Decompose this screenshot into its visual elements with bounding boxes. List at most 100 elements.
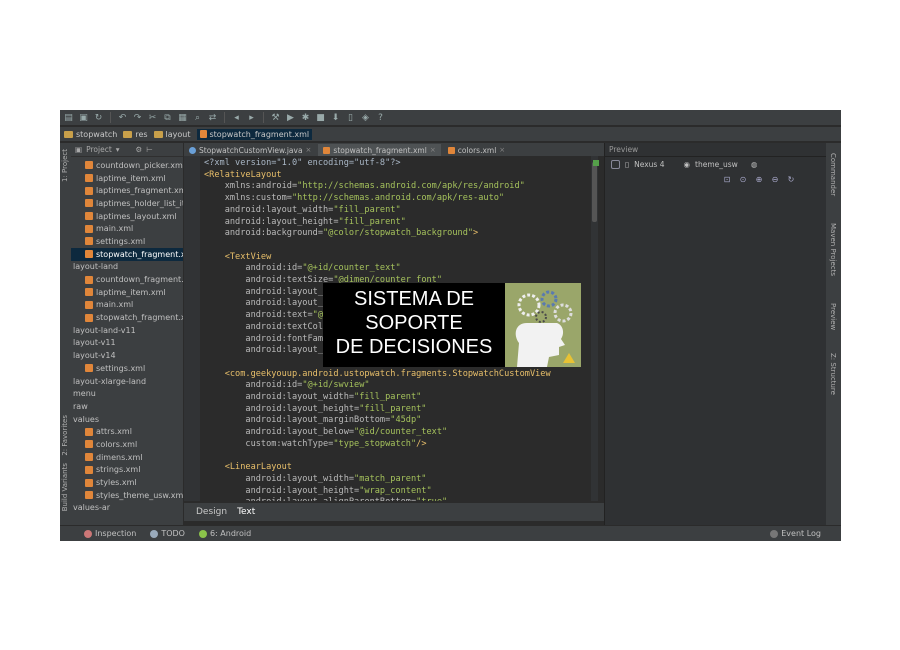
tree-file[interactable]: dimens.xml bbox=[71, 451, 183, 464]
code-token: /> bbox=[416, 438, 427, 449]
device-selector[interactable]: Nexus 4 bbox=[634, 160, 664, 169]
xml-file-icon bbox=[447, 146, 455, 154]
tab-preview[interactable]: Preview bbox=[829, 303, 837, 330]
globe-icon[interactable]: ◍ bbox=[751, 160, 758, 169]
refresh-icon[interactable]: ↻ bbox=[785, 175, 797, 185]
close-icon[interactable]: × bbox=[306, 146, 312, 154]
xml-file-icon bbox=[199, 130, 207, 138]
tab-project[interactable]: 1: Project bbox=[61, 149, 69, 182]
right-tool-strip: Commander Maven Projects Preview Z: Stru… bbox=[826, 143, 841, 527]
editor-tab[interactable]: StopwatchCustomView.java × bbox=[184, 144, 317, 156]
chevron-down-icon[interactable]: ▾ bbox=[116, 145, 120, 154]
stop-icon[interactable]: ■ bbox=[315, 112, 326, 123]
paste-icon[interactable]: ▦ bbox=[177, 112, 188, 123]
undo-icon[interactable]: ↶ bbox=[117, 112, 128, 123]
xml-file-icon bbox=[85, 364, 93, 373]
gradle-icon[interactable]: ◈ bbox=[360, 112, 371, 123]
tree-file[interactable]: laptime_item.xml bbox=[71, 286, 183, 299]
tree-folder[interactable]: values-ar bbox=[71, 502, 183, 515]
tree-file[interactable]: stopwatch_fragment.xr bbox=[71, 311, 183, 324]
zoom-out-icon[interactable]: ⊖ bbox=[769, 175, 781, 185]
scrollbar-thumb[interactable] bbox=[592, 162, 597, 222]
gear-icon[interactable]: ⚙ bbox=[136, 145, 143, 154]
build-icon[interactable]: ⚒ bbox=[270, 112, 281, 123]
breadcrumb-item-stopwatch[interactable]: stopwatch bbox=[64, 130, 117, 139]
run-icon[interactable]: ▶ bbox=[285, 112, 296, 123]
folder-icon bbox=[153, 130, 163, 138]
tree-folder[interactable]: layout-land bbox=[71, 261, 183, 274]
back-icon[interactable]: ◂ bbox=[231, 112, 242, 123]
tree-folder[interactable]: layout-land-v11 bbox=[71, 324, 183, 337]
editor-scrollbar[interactable] bbox=[591, 156, 598, 501]
tree-folder[interactable]: layout-v14 bbox=[71, 349, 183, 362]
tree-folder[interactable]: raw bbox=[71, 400, 183, 413]
tree-file[interactable]: laptime_item.xml bbox=[71, 172, 183, 185]
editor-mode-tabs: Design Text bbox=[184, 503, 604, 521]
tab-maven-projects[interactable]: Maven Projects bbox=[829, 223, 837, 276]
tree-file[interactable]: laptimes_fragment.xml bbox=[71, 184, 183, 197]
zoom-in-icon[interactable]: ⊕ bbox=[753, 175, 765, 185]
tree-file[interactable]: settings.xml bbox=[71, 362, 183, 375]
zoom-fit-icon[interactable]: ⊡ bbox=[721, 175, 733, 185]
code-token: android:textColo bbox=[204, 321, 329, 332]
help-icon[interactable]: ? bbox=[375, 112, 386, 123]
editor-gutter bbox=[184, 156, 200, 501]
android-button[interactable]: 6: Android bbox=[198, 529, 251, 538]
inspection-button[interactable]: Inspection bbox=[84, 529, 136, 538]
folder-icon[interactable]: ▤ bbox=[63, 112, 74, 123]
editor-tab[interactable]: stopwatch_fragment.xml × bbox=[318, 144, 441, 156]
replace-icon[interactable]: ⇄ bbox=[207, 112, 218, 123]
xml-file-icon bbox=[85, 440, 93, 449]
redo-icon[interactable]: ↷ bbox=[132, 112, 143, 123]
tree-file[interactable]: main.xml bbox=[71, 299, 183, 312]
tree-folder[interactable]: layout-v11 bbox=[71, 337, 183, 350]
event-log-button[interactable]: Event Log bbox=[770, 529, 821, 538]
tree-file[interactable]: countdown_fragment.x bbox=[71, 273, 183, 286]
debug-icon[interactable]: ✱ bbox=[300, 112, 311, 123]
tab-favorites[interactable]: 2: Favorites bbox=[61, 415, 69, 456]
cut-icon[interactable]: ✂ bbox=[147, 112, 158, 123]
close-icon[interactable]: × bbox=[430, 146, 436, 154]
tab-commander[interactable]: Commander bbox=[829, 153, 837, 196]
todo-button[interactable]: TODO bbox=[150, 529, 185, 538]
save-icon[interactable]: ▣ bbox=[78, 112, 89, 123]
tab-text[interactable]: Text bbox=[237, 507, 255, 517]
breadcrumb-item-layout[interactable]: layout bbox=[153, 130, 191, 139]
sync-icon[interactable]: ↻ bbox=[93, 112, 104, 123]
tree-file[interactable]: main.xml bbox=[71, 222, 183, 235]
tree-folder[interactable]: layout-xlarge-land bbox=[71, 375, 183, 388]
close-icon[interactable]: × bbox=[499, 146, 505, 154]
device-icon: ▯ bbox=[625, 159, 630, 169]
tree-folder[interactable]: values bbox=[71, 413, 183, 426]
tree-file[interactable]: stopwatch_fragment.xr bbox=[71, 247, 183, 261]
tree-file[interactable]: attrs.xml bbox=[71, 425, 183, 438]
tree-file[interactable]: strings.xml bbox=[71, 464, 183, 477]
layout-icon[interactable] bbox=[611, 159, 620, 169]
project-title[interactable]: Project bbox=[86, 145, 112, 154]
zoom-actual-icon[interactable]: ⊙ bbox=[737, 175, 749, 185]
tree-file[interactable]: laptimes_holder_list_ite bbox=[71, 197, 183, 210]
forward-icon[interactable]: ▸ bbox=[246, 112, 257, 123]
tree-file[interactable]: settings.xml bbox=[71, 235, 183, 248]
collapse-icon[interactable]: ⊢ bbox=[146, 145, 153, 154]
code-line: android:layout_height="wrap_content" bbox=[204, 486, 551, 498]
sdk-icon[interactable]: ⬇ bbox=[330, 112, 341, 123]
tab-structure[interactable]: Z: Structure bbox=[829, 353, 837, 395]
breadcrumb-item-res[interactable]: res bbox=[123, 130, 148, 139]
theme-selector[interactable]: theme_usw bbox=[695, 160, 738, 169]
find-icon[interactable]: ⌕ bbox=[192, 112, 203, 123]
tab-design[interactable]: Design bbox=[196, 507, 227, 517]
tree-folder[interactable]: menu bbox=[71, 387, 183, 400]
tree-file[interactable]: styles.xml bbox=[71, 476, 183, 489]
tree-file[interactable]: laptimes_layout.xml bbox=[71, 210, 183, 223]
tree-file[interactable]: styles_theme_usw.xml bbox=[71, 489, 183, 502]
editor-tab[interactable]: colors.xml × bbox=[442, 144, 511, 156]
breadcrumb-item-file[interactable]: stopwatch_fragment.xml bbox=[196, 128, 313, 140]
copy-icon[interactable]: ⧉ bbox=[162, 112, 173, 123]
tree-file[interactable]: colors.xml bbox=[71, 438, 183, 451]
code-token: "fill_parent" bbox=[338, 216, 406, 227]
tree-file[interactable]: countdown_picker.xml bbox=[71, 159, 183, 172]
tree-item-label: countdown_fragment.x bbox=[96, 275, 184, 285]
tab-build-variants[interactable]: Build Variants bbox=[61, 463, 69, 511]
avd-icon[interactable]: ▯ bbox=[345, 112, 356, 123]
